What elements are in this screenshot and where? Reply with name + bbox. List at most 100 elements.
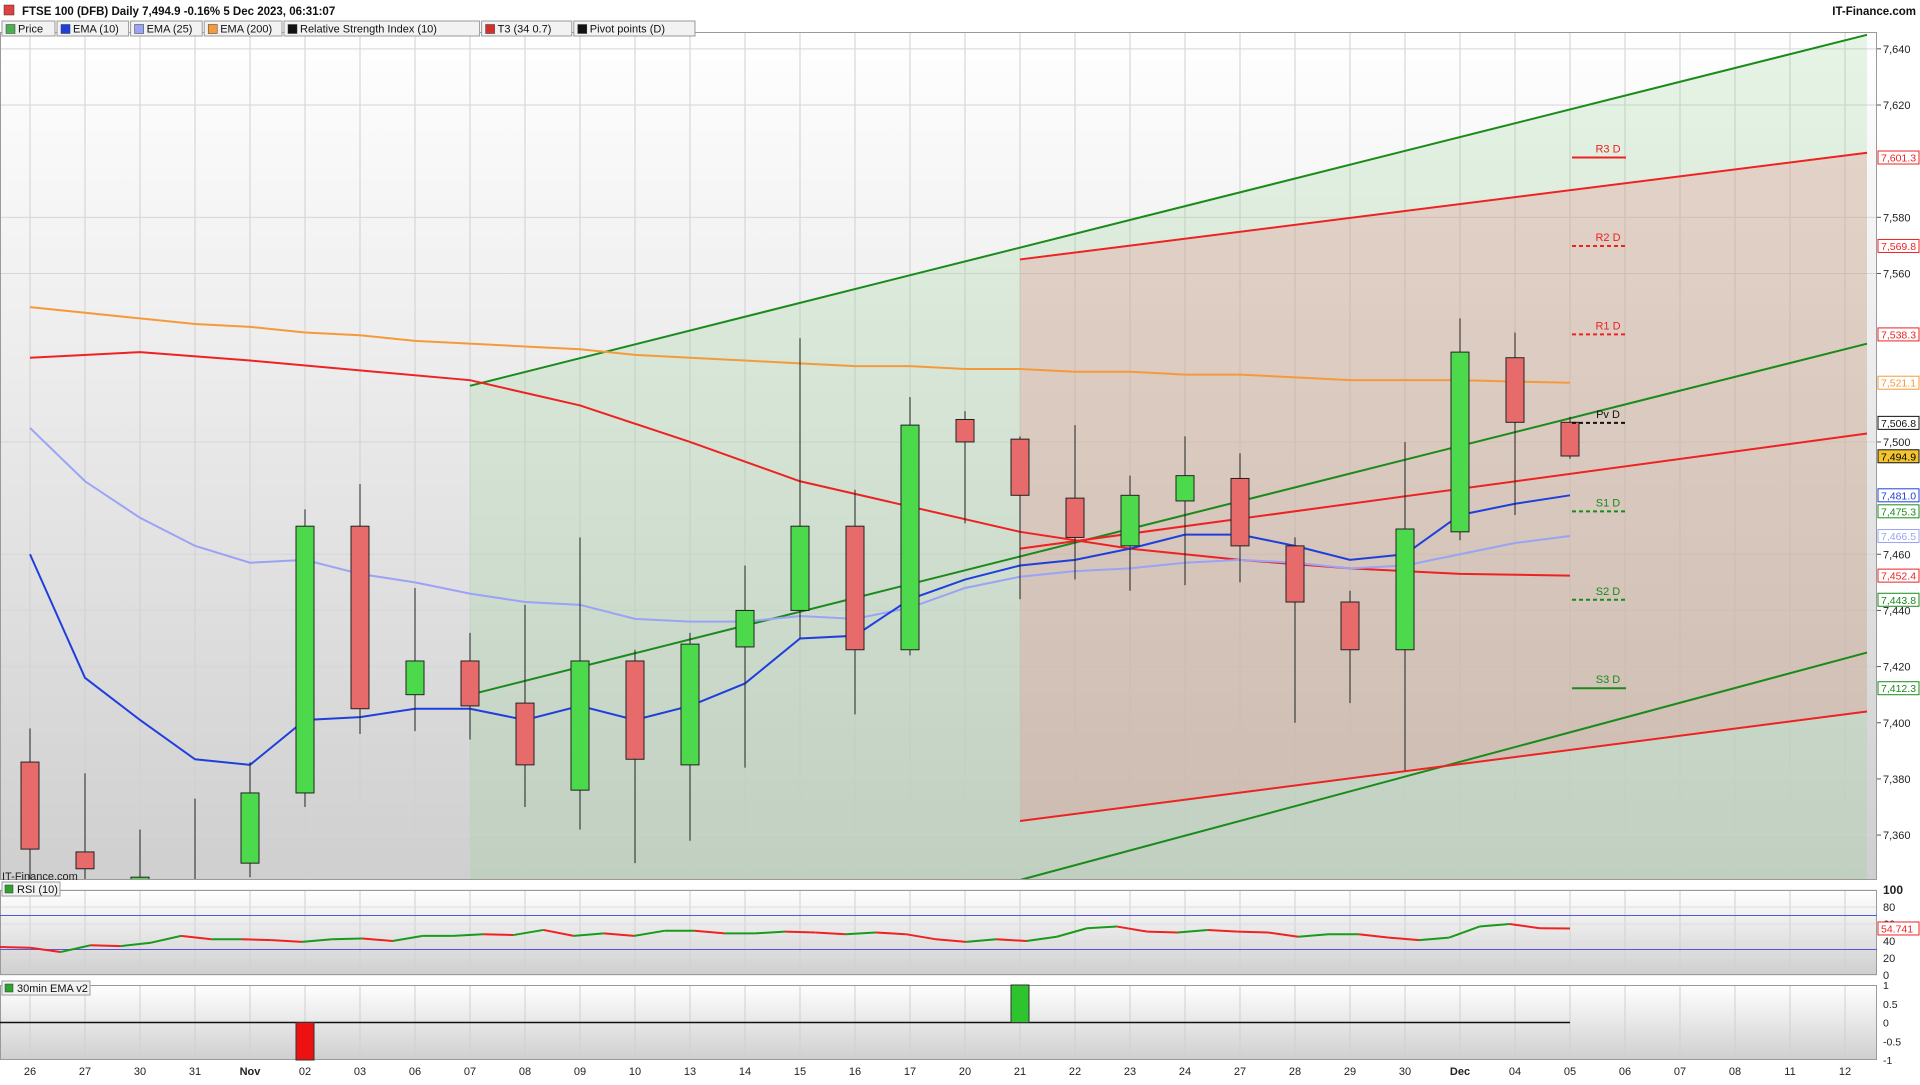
pivot-label: R3 D — [1595, 144, 1620, 156]
x-tick-label: 27 — [1234, 1066, 1246, 1078]
candle-body — [846, 526, 864, 650]
candle-body — [901, 425, 919, 650]
y-tick-label: 7,500 — [1883, 437, 1911, 449]
candle-body — [1396, 529, 1414, 650]
pivot-label: S2 D — [1596, 586, 1621, 598]
candle-body — [571, 661, 589, 790]
pivot-label: Pv D — [1596, 409, 1620, 421]
rsi-title-swatch — [5, 885, 13, 893]
x-tick-label: 28 — [1289, 1066, 1301, 1078]
x-tick-label: 03 — [354, 1066, 366, 1078]
legend-swatch — [208, 25, 217, 34]
x-tick-label: 06 — [1619, 1066, 1631, 1078]
value-tag: 7,538.3 — [1881, 329, 1916, 341]
x-tick-label: 05 — [1564, 1066, 1576, 1078]
y-tick-label: 7,580 — [1883, 212, 1911, 224]
x-tick-label: 20 — [959, 1066, 971, 1078]
red-channel-fill — [1020, 153, 1867, 821]
rsi-segment — [0, 947, 30, 948]
x-tick-label: 14 — [739, 1066, 751, 1078]
x-tick-label: 12 — [1839, 1066, 1851, 1078]
x-tick-label: 15 — [794, 1066, 806, 1078]
candle-body — [791, 526, 809, 610]
candle-body — [241, 793, 259, 863]
value-tag: 7,475.3 — [1881, 506, 1916, 518]
x-tick-label: Dec — [1450, 1066, 1470, 1078]
y-tick-label: 7,400 — [1883, 718, 1911, 730]
legend-label: Relative Strength Index (10) — [300, 24, 437, 36]
rsi-tick-label: 100 — [1883, 883, 1903, 897]
candle-body — [1451, 352, 1469, 532]
ema30-bar — [1011, 985, 1029, 1023]
legend-label: T3 (34 0.7) — [498, 24, 552, 36]
chart-root: R3 DR2 DR1 DPv DS1 DS2 DS3 D7,3607,3807,… — [0, 0, 1920, 1080]
candle-body — [1506, 358, 1524, 423]
x-tick-label: 29 — [1344, 1066, 1356, 1078]
ema30-title: 30min EMA v2 — [17, 983, 88, 995]
candle-body — [406, 661, 424, 695]
ema30-tick-label: 0 — [1883, 1018, 1889, 1030]
legend-swatch — [486, 25, 495, 34]
ema30-tick-label: -0.5 — [1883, 1036, 1901, 1048]
ema30-tick-label: -1 — [1883, 1055, 1892, 1067]
ema30-bar — [296, 1023, 314, 1061]
y-tick-label: 7,560 — [1883, 268, 1911, 280]
value-tag: 7,481.0 — [1881, 490, 1916, 502]
candle-body — [1231, 478, 1249, 545]
value-tag: 7,569.8 — [1881, 241, 1916, 253]
candle-body — [736, 610, 754, 647]
value-tag: 7,412.3 — [1881, 683, 1916, 695]
pivot-label: S1 D — [1596, 497, 1621, 509]
rsi-segment — [785, 932, 815, 933]
candle-body — [1011, 439, 1029, 495]
x-tick-label: 21 — [1014, 1066, 1026, 1078]
x-tick-label: 13 — [684, 1066, 696, 1078]
rsi-value-label: 54.741 — [1881, 923, 1913, 935]
legend-swatch — [288, 25, 297, 34]
legend-swatch — [135, 25, 144, 34]
watermark: IT-Finance.com — [2, 871, 78, 883]
rsi-segment — [242, 939, 272, 940]
y-tick-label: 7,360 — [1883, 830, 1911, 842]
y-tick-label: 7,420 — [1883, 662, 1911, 674]
y-tick-label: 7,620 — [1883, 100, 1911, 112]
brand-label: IT-Finance.com — [1832, 6, 1916, 18]
x-tick-label: 08 — [519, 1066, 531, 1078]
rsi-tick-label: 40 — [1883, 936, 1895, 948]
x-tick-label: 02 — [299, 1066, 311, 1078]
x-tick-label: 07 — [1674, 1066, 1686, 1078]
legend-label: Price — [18, 24, 43, 36]
x-tick-label: 04 — [1509, 1066, 1521, 1078]
rsi-tick-label: 80 — [1883, 902, 1895, 914]
rsi-tick-label: 20 — [1883, 953, 1895, 965]
rsi-title: RSI (10) — [17, 884, 58, 896]
price-chart[interactable]: R3 DR2 DR1 DPv DS1 DS2 DS3 D7,3607,3807,… — [0, 0, 1920, 1080]
value-tag: 7,452.4 — [1881, 571, 1916, 583]
x-tick-label: 30 — [134, 1066, 146, 1078]
candle-body — [461, 661, 479, 706]
candle-body — [1561, 422, 1579, 456]
candle-body — [681, 644, 699, 765]
x-tick-label: 09 — [574, 1066, 586, 1078]
rsi-segment — [91, 945, 121, 946]
value-tag: 7,466.5 — [1881, 531, 1916, 543]
rsi-segment — [483, 934, 513, 935]
legend-swatch — [61, 25, 70, 34]
candle-body — [76, 852, 94, 869]
x-tick-label: 24 — [1179, 1066, 1191, 1078]
legend-label: Pivot points (D) — [590, 24, 665, 36]
pivot-label: R1 D — [1595, 320, 1620, 332]
y-tick-label: 7,460 — [1883, 549, 1911, 561]
x-tick-label: 16 — [849, 1066, 861, 1078]
candle-body — [351, 526, 369, 709]
value-tag: 7,494.9 — [1881, 451, 1916, 463]
value-tag: 7,506.8 — [1881, 418, 1916, 430]
x-tick-label: 31 — [189, 1066, 201, 1078]
candle-body — [21, 762, 39, 849]
x-tick-label: Nov — [240, 1066, 262, 1078]
candle-body — [1066, 498, 1084, 537]
rsi-segment — [1238, 932, 1268, 933]
candle-body — [626, 661, 644, 759]
x-tick-label: 06 — [409, 1066, 421, 1078]
x-tick-label: 26 — [24, 1066, 36, 1078]
